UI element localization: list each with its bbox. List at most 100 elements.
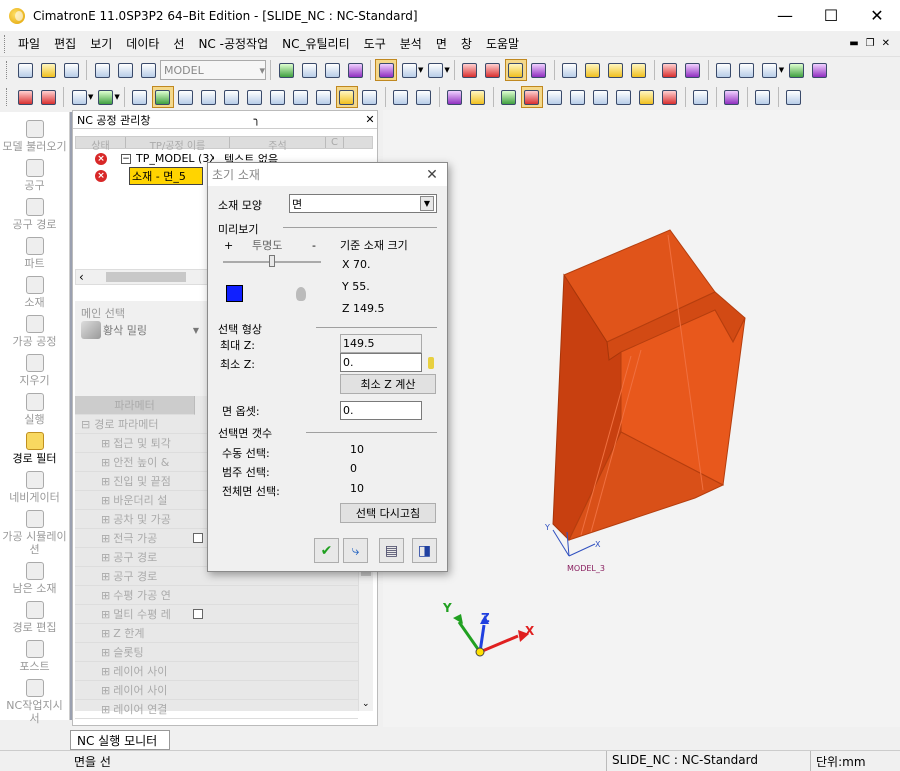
assembly-icon[interactable] [808,59,830,81]
min-z-field[interactable]: 0. [340,353,422,372]
preview-button[interactable]: ▤ [379,538,404,563]
param-row[interactable]: ⊞ Z 한계 [75,624,358,643]
funnel-icon[interactable] [467,86,489,108]
sidebar-item-tool[interactable]: 공구 [0,159,69,192]
sidebar-item-load-model[interactable]: 모델 불러오기 [0,120,69,153]
tree-icon[interactable] [559,59,581,81]
display-grid-icon[interactable] [759,59,781,81]
column-name[interactable]: TP/공정 이름 [126,137,230,152]
filter-active-icon[interactable] [335,86,358,108]
param-row[interactable]: ⊞ 레이어 사이 [75,681,358,700]
save-icon[interactable] [60,59,82,81]
sidebar-item-stock[interactable]: 소재 [0,276,69,309]
task-8-icon[interactable] [659,86,681,108]
explode-icon[interactable] [785,59,807,81]
cut-icon[interactable] [114,59,136,81]
shape-select[interactable]: 면 ▼ [289,194,437,213]
sidebar-item-work-order[interactable]: NC작업지시서 [0,679,69,725]
face-offset-field[interactable]: 0. [340,401,422,420]
unpick-icon[interactable] [37,86,59,108]
sidebar-item-part[interactable]: 파트 [0,237,69,270]
column-status[interactable]: 상태 [76,137,126,152]
menu-help[interactable]: 도움말 [479,35,526,52]
checklist-icon[interactable] [690,86,712,108]
paste-icon[interactable] [137,59,159,81]
param-row[interactable]: ⊞ 수평 가공 연 [75,586,358,605]
tab-nc-run-monitor[interactable]: NC 실행 모니터 [70,730,170,750]
light-bulb-on-icon[interactable] [605,59,627,81]
filter-edge-icon[interactable] [175,86,197,108]
filter-solid-icon[interactable] [290,86,312,108]
param-row[interactable]: ⊞ 레이어 연결 [75,700,358,719]
task-6-icon[interactable] [613,86,635,108]
sidebar-item-post[interactable]: 포스트 [0,640,69,673]
pin-icon[interactable]: ╮ [250,113,264,126]
magic-wand-icon[interactable] [444,86,466,108]
menu-nc-utility[interactable]: NC_유틸리티 [275,35,357,52]
expand-icon[interactable]: ⊞ [101,532,110,545]
sel-tool-2-icon[interactable] [413,86,435,108]
task-2-icon[interactable] [520,86,543,108]
menu-nc-process[interactable]: NC -공정작업 [191,35,275,52]
collapse-icon[interactable]: − [121,153,131,164]
scroll-left-icon[interactable]: ‹ [79,270,84,284]
expand-icon[interactable]: ⊞ [101,646,110,659]
select-box-icon[interactable] [68,86,90,108]
filter-all-icon[interactable] [129,86,151,108]
back-arrow-icon[interactable] [659,59,681,81]
filter-curve-icon[interactable] [198,86,220,108]
new-file-icon[interactable] [14,59,36,81]
mdi-close-icon[interactable]: ✕ [882,38,890,49]
expand-icon[interactable]: ⊞ [101,627,110,640]
light-bulb-icon[interactable] [582,59,604,81]
minimize-button[interactable]: — [762,0,808,31]
dialog-title-bar[interactable]: 초기 소재 ✕ [208,163,447,186]
param-row[interactable]: ⊞ 레이어 사이 [75,662,358,681]
expand-icon[interactable]: ⊞ [101,589,110,602]
expand-icon[interactable]: ⊞ [101,703,110,716]
column-c[interactable]: C [326,137,344,148]
menu-window[interactable]: 창 [454,35,479,52]
mdi-restore-icon[interactable]: ❐ [866,38,875,49]
sidebar-item-simulation[interactable]: 가공 시뮬레이션 [0,510,69,556]
param-row[interactable]: ⊞ 슬롯팅 [75,643,358,662]
column-comment[interactable]: 주석 [230,137,326,152]
filter-3-icon[interactable] [504,59,527,81]
copy-icon[interactable] [91,59,113,81]
maximize-button[interactable]: ☐ [808,0,854,31]
pan-icon[interactable] [344,59,366,81]
reselect-button[interactable]: 선택 다시고침 [340,503,436,523]
pick-icon[interactable] [14,86,36,108]
menu-view[interactable]: 보기 [83,35,119,52]
menu-analysis[interactable]: 분석 [393,35,429,52]
light-bulb-mode-icon[interactable] [628,59,650,81]
eraser-icon[interactable] [721,86,743,108]
mdi-minimize-icon[interactable]: ▬ [849,38,858,49]
expand-icon[interactable]: ⊞ [101,608,110,621]
menu-surface[interactable]: 면 [429,35,454,52]
sidebar-item-toolpath[interactable]: 공구 경로 [0,198,69,231]
open-folder-icon[interactable] [37,59,59,81]
shaded-view-icon[interactable] [375,59,397,81]
line-icon[interactable] [752,86,774,108]
analysis-icon[interactable] [783,86,805,108]
ok-button[interactable]: ✔ [314,538,339,563]
filter-datum-icon[interactable] [244,86,266,108]
filter-misc-icon[interactable] [359,86,381,108]
light-bulb-icon[interactable] [296,287,306,301]
scroll-thumb[interactable] [106,272,186,282]
filter-point-icon[interactable] [221,86,243,108]
checkbox[interactable] [193,533,204,543]
filter-sketch-icon[interactable] [267,86,289,108]
menu-edit[interactable]: 편집 [47,35,83,52]
toolbar-grip[interactable] [6,88,9,106]
expand-icon[interactable]: ⊞ [101,513,110,526]
select-mode-icon[interactable] [94,86,116,108]
menu-curve[interactable]: 선 [166,35,191,52]
sel-tool-1-icon[interactable] [390,86,412,108]
expand-icon[interactable]: ⊞ [101,684,110,697]
task-4-icon[interactable] [567,86,589,108]
slider-thumb[interactable] [269,255,275,267]
close-button[interactable]: ✕ [854,0,900,31]
expand-icon[interactable]: ⊞ [101,456,110,469]
